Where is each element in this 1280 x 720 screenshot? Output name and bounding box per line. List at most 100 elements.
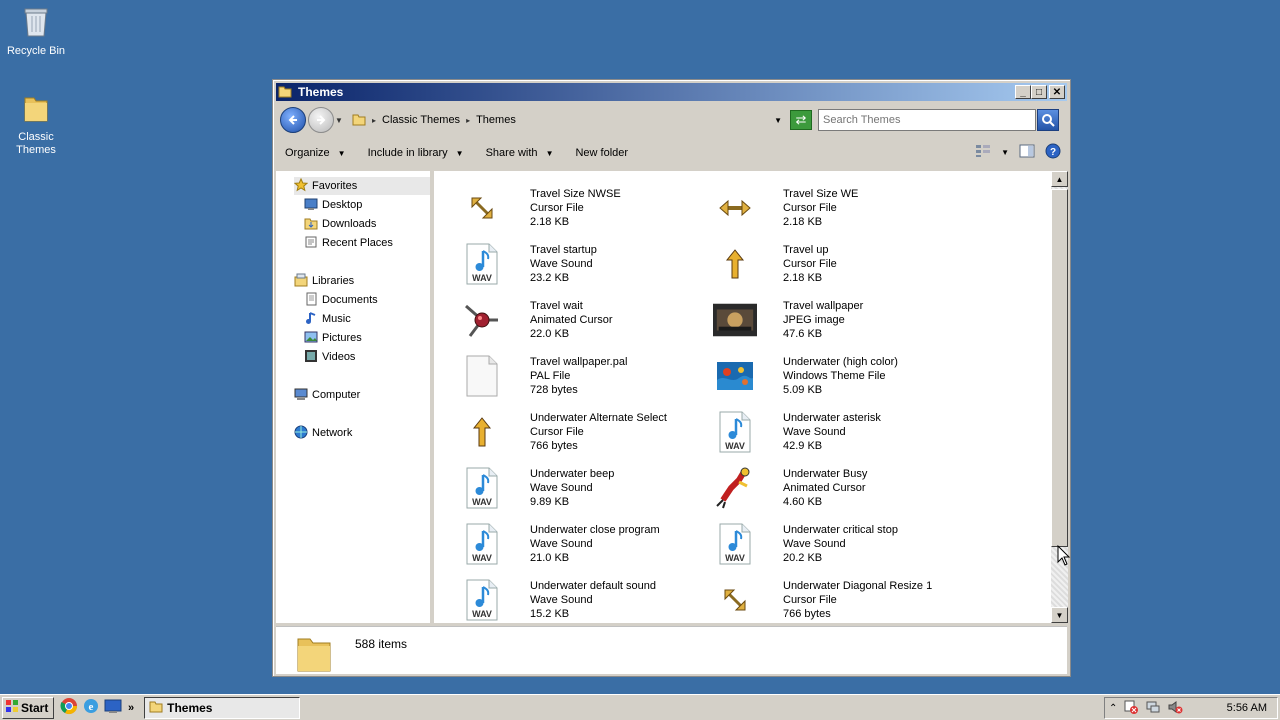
- quick-launch-overflow-icon[interactable]: »: [128, 702, 134, 714]
- file-item[interactable]: WAV Underwater close program Wave Sound 21.…: [456, 516, 716, 572]
- address-bar: ▼ ▸ Classic Themes ▸ Themes ▼ ⇄: [276, 104, 1067, 136]
- show-desktop-icon[interactable]: [104, 697, 122, 718]
- file-meta: Underwater Alternate Select Cursor File 76…: [530, 411, 667, 453]
- breadcrumb[interactable]: ▸ Classic Themes ▸ Themes ▼: [348, 109, 788, 131]
- music-icon: [304, 311, 318, 328]
- share-with-button[interactable]: Share with ▼: [486, 147, 554, 159]
- file-item[interactable]: Travel up Cursor File 2.18 KB: [709, 236, 969, 292]
- volume-muted-icon[interactable]: [1167, 699, 1183, 718]
- search-box[interactable]: [818, 109, 1059, 131]
- taskbar-button-themes[interactable]: Themes: [144, 696, 301, 719]
- desktop-icon-classic-themes[interactable]: Classic Themes: [0, 92, 72, 157]
- desktop-icon-label: Classic Themes: [16, 131, 56, 156]
- wav-icon: WAV: [713, 522, 757, 566]
- nav-videos[interactable]: Videos: [304, 348, 355, 366]
- breadcrumb-item[interactable]: Themes: [476, 114, 516, 126]
- maximize-button[interactable]: □: [1031, 85, 1047, 99]
- nav-libraries[interactable]: Libraries: [294, 272, 354, 290]
- scroll-down-button[interactable]: ▼: [1051, 607, 1068, 623]
- file-item[interactable]: Underwater Alternate Select Cursor File 76…: [456, 404, 716, 460]
- nav-desktop[interactable]: Desktop: [304, 196, 362, 214]
- file-item[interactable]: Travel Size WE Cursor File 2.18 KB: [709, 180, 969, 236]
- file-item[interactable]: WAV Underwater beep Wave Sound 9.89 KB: [456, 460, 716, 516]
- nav-downloads[interactable]: Downloads: [304, 215, 376, 233]
- file-name: Underwater (high color): [783, 356, 898, 368]
- arrow-up-icon: [460, 410, 504, 454]
- nav-computer[interactable]: Computer: [294, 386, 360, 404]
- nav-computer-label: Computer: [312, 389, 361, 401]
- preview-pane-icon[interactable]: [1019, 144, 1035, 161]
- downloads-icon: [304, 216, 318, 233]
- svg-text:WAV: WAV: [725, 553, 745, 563]
- nav-network[interactable]: Network: [294, 424, 352, 442]
- file-item[interactable]: Travel wallpaper JPEG image 47.6 KB: [709, 292, 969, 348]
- file-item[interactable]: Underwater Busy Animated Cursor 4.60 KB: [709, 460, 969, 516]
- start-button[interactable]: Start: [2, 696, 54, 719]
- diver-cursor-icon: [713, 466, 757, 510]
- file-item[interactable]: 2.18 KB: [709, 171, 969, 180]
- navigation-pane: Favorites Desktop Downloads Recent Place…: [276, 171, 432, 623]
- nav-recent-places[interactable]: Recent Places: [304, 234, 393, 252]
- close-button[interactable]: ✕: [1049, 85, 1065, 99]
- title-bar[interactable]: Themes _ □ ✕: [276, 83, 1067, 101]
- help-icon[interactable]: ?: [1045, 143, 1061, 162]
- nav-pictures[interactable]: Pictures: [304, 329, 362, 347]
- forward-button[interactable]: [308, 107, 334, 133]
- file-item[interactable]: Travel wallpaper.pal PAL File 728 bytes: [456, 348, 716, 404]
- search-button[interactable]: [1037, 109, 1059, 131]
- organize-button[interactable]: Organize ▼: [285, 147, 346, 159]
- breadcrumb-separator[interactable]: ▸: [372, 116, 376, 125]
- recent-pages-dropdown[interactable]: ▼: [334, 116, 344, 125]
- include-in-library-button[interactable]: Include in library ▼: [368, 147, 464, 159]
- file-item[interactable]: Underwater (high color) Windows Theme Fil…: [709, 348, 969, 404]
- scroll-up-button[interactable]: ▲: [1051, 171, 1068, 187]
- windows-logo-icon: [5, 699, 19, 716]
- view-dropdown[interactable]: ▼: [1001, 148, 1009, 157]
- file-item[interactable]: Travel Size NWSE Cursor File 2.18 KB: [456, 180, 716, 236]
- file-item[interactable]: Underwater Diagonal Resize 1 Cursor File 7…: [709, 572, 969, 623]
- show-hidden-icons-icon[interactable]: ⌃: [1109, 703, 1117, 714]
- nav-favorites-label: Favorites: [312, 180, 358, 192]
- new-folder-button[interactable]: New folder: [575, 147, 628, 159]
- search-input[interactable]: [823, 114, 1013, 126]
- nav-favorites[interactable]: Favorites: [293, 177, 430, 195]
- arrow-left-icon: [288, 115, 297, 125]
- nav-documents[interactable]: Documents: [304, 291, 378, 309]
- file-type: Wave Sound: [783, 426, 846, 438]
- animated-cursor-icon: [460, 298, 504, 342]
- scroll-thumb[interactable]: [1051, 189, 1068, 547]
- svg-text:WAV: WAV: [472, 497, 492, 507]
- back-button[interactable]: [280, 107, 306, 133]
- file-item[interactable]: Travel wait Animated Cursor 22.0 KB: [456, 292, 716, 348]
- file-item[interactable]: WAV Underwater critical stop Wave Sound 20.…: [709, 516, 969, 572]
- refresh-button[interactable]: ⇄: [790, 110, 812, 130]
- address-dropdown[interactable]: ▼: [774, 116, 782, 125]
- file-meta: Underwater Diagonal Resize 1 Cursor File 7…: [783, 579, 932, 621]
- nav-music[interactable]: Music: [304, 310, 351, 328]
- network-icon: [294, 425, 308, 442]
- network-status-icon[interactable]: [1145, 699, 1161, 718]
- breadcrumb-item[interactable]: Classic Themes: [382, 114, 460, 126]
- clock[interactable]: 5:56 AM: [1227, 702, 1267, 714]
- desktop-icon-recycle-bin[interactable]: Recycle Bin: [0, 6, 72, 58]
- file-list: 2.18 KB2.18 KBTravel Size NWSECursor Fil…: [434, 171, 1051, 623]
- breadcrumb-separator[interactable]: ▸: [466, 116, 470, 125]
- file-item[interactable]: WAV Underwater asterisk Wave Sound 42.9 KB: [709, 404, 969, 460]
- resize-diagonal-icon: [713, 578, 757, 622]
- file-meta: Underwater default sound Wave Sound 15.2 K…: [530, 579, 656, 621]
- internet-explorer-icon[interactable]: e: [82, 697, 100, 718]
- minimize-button[interactable]: _: [1015, 85, 1031, 99]
- desktop-icon-label: Recycle Bin: [6, 45, 66, 57]
- file-meta: Underwater asterisk Wave Sound 42.9 KB: [783, 411, 881, 453]
- documents-icon: [304, 292, 318, 309]
- action-center-icon[interactable]: [1123, 699, 1139, 718]
- file-name: Underwater beep: [530, 468, 615, 480]
- file-item[interactable]: WAV Underwater default sound Wave Sound 15.…: [456, 572, 716, 623]
- view-options-icon[interactable]: [975, 144, 991, 161]
- file-item[interactable]: 2.18 KB: [456, 171, 716, 180]
- file-size: 2.18 KB: [530, 216, 570, 228]
- desktop-icon: [304, 197, 318, 214]
- file-item[interactable]: WAV Travel startup Wave Sound 23.2 KB: [456, 236, 716, 292]
- chrome-icon[interactable]: [60, 697, 78, 718]
- nav-music-label: Music: [322, 313, 351, 325]
